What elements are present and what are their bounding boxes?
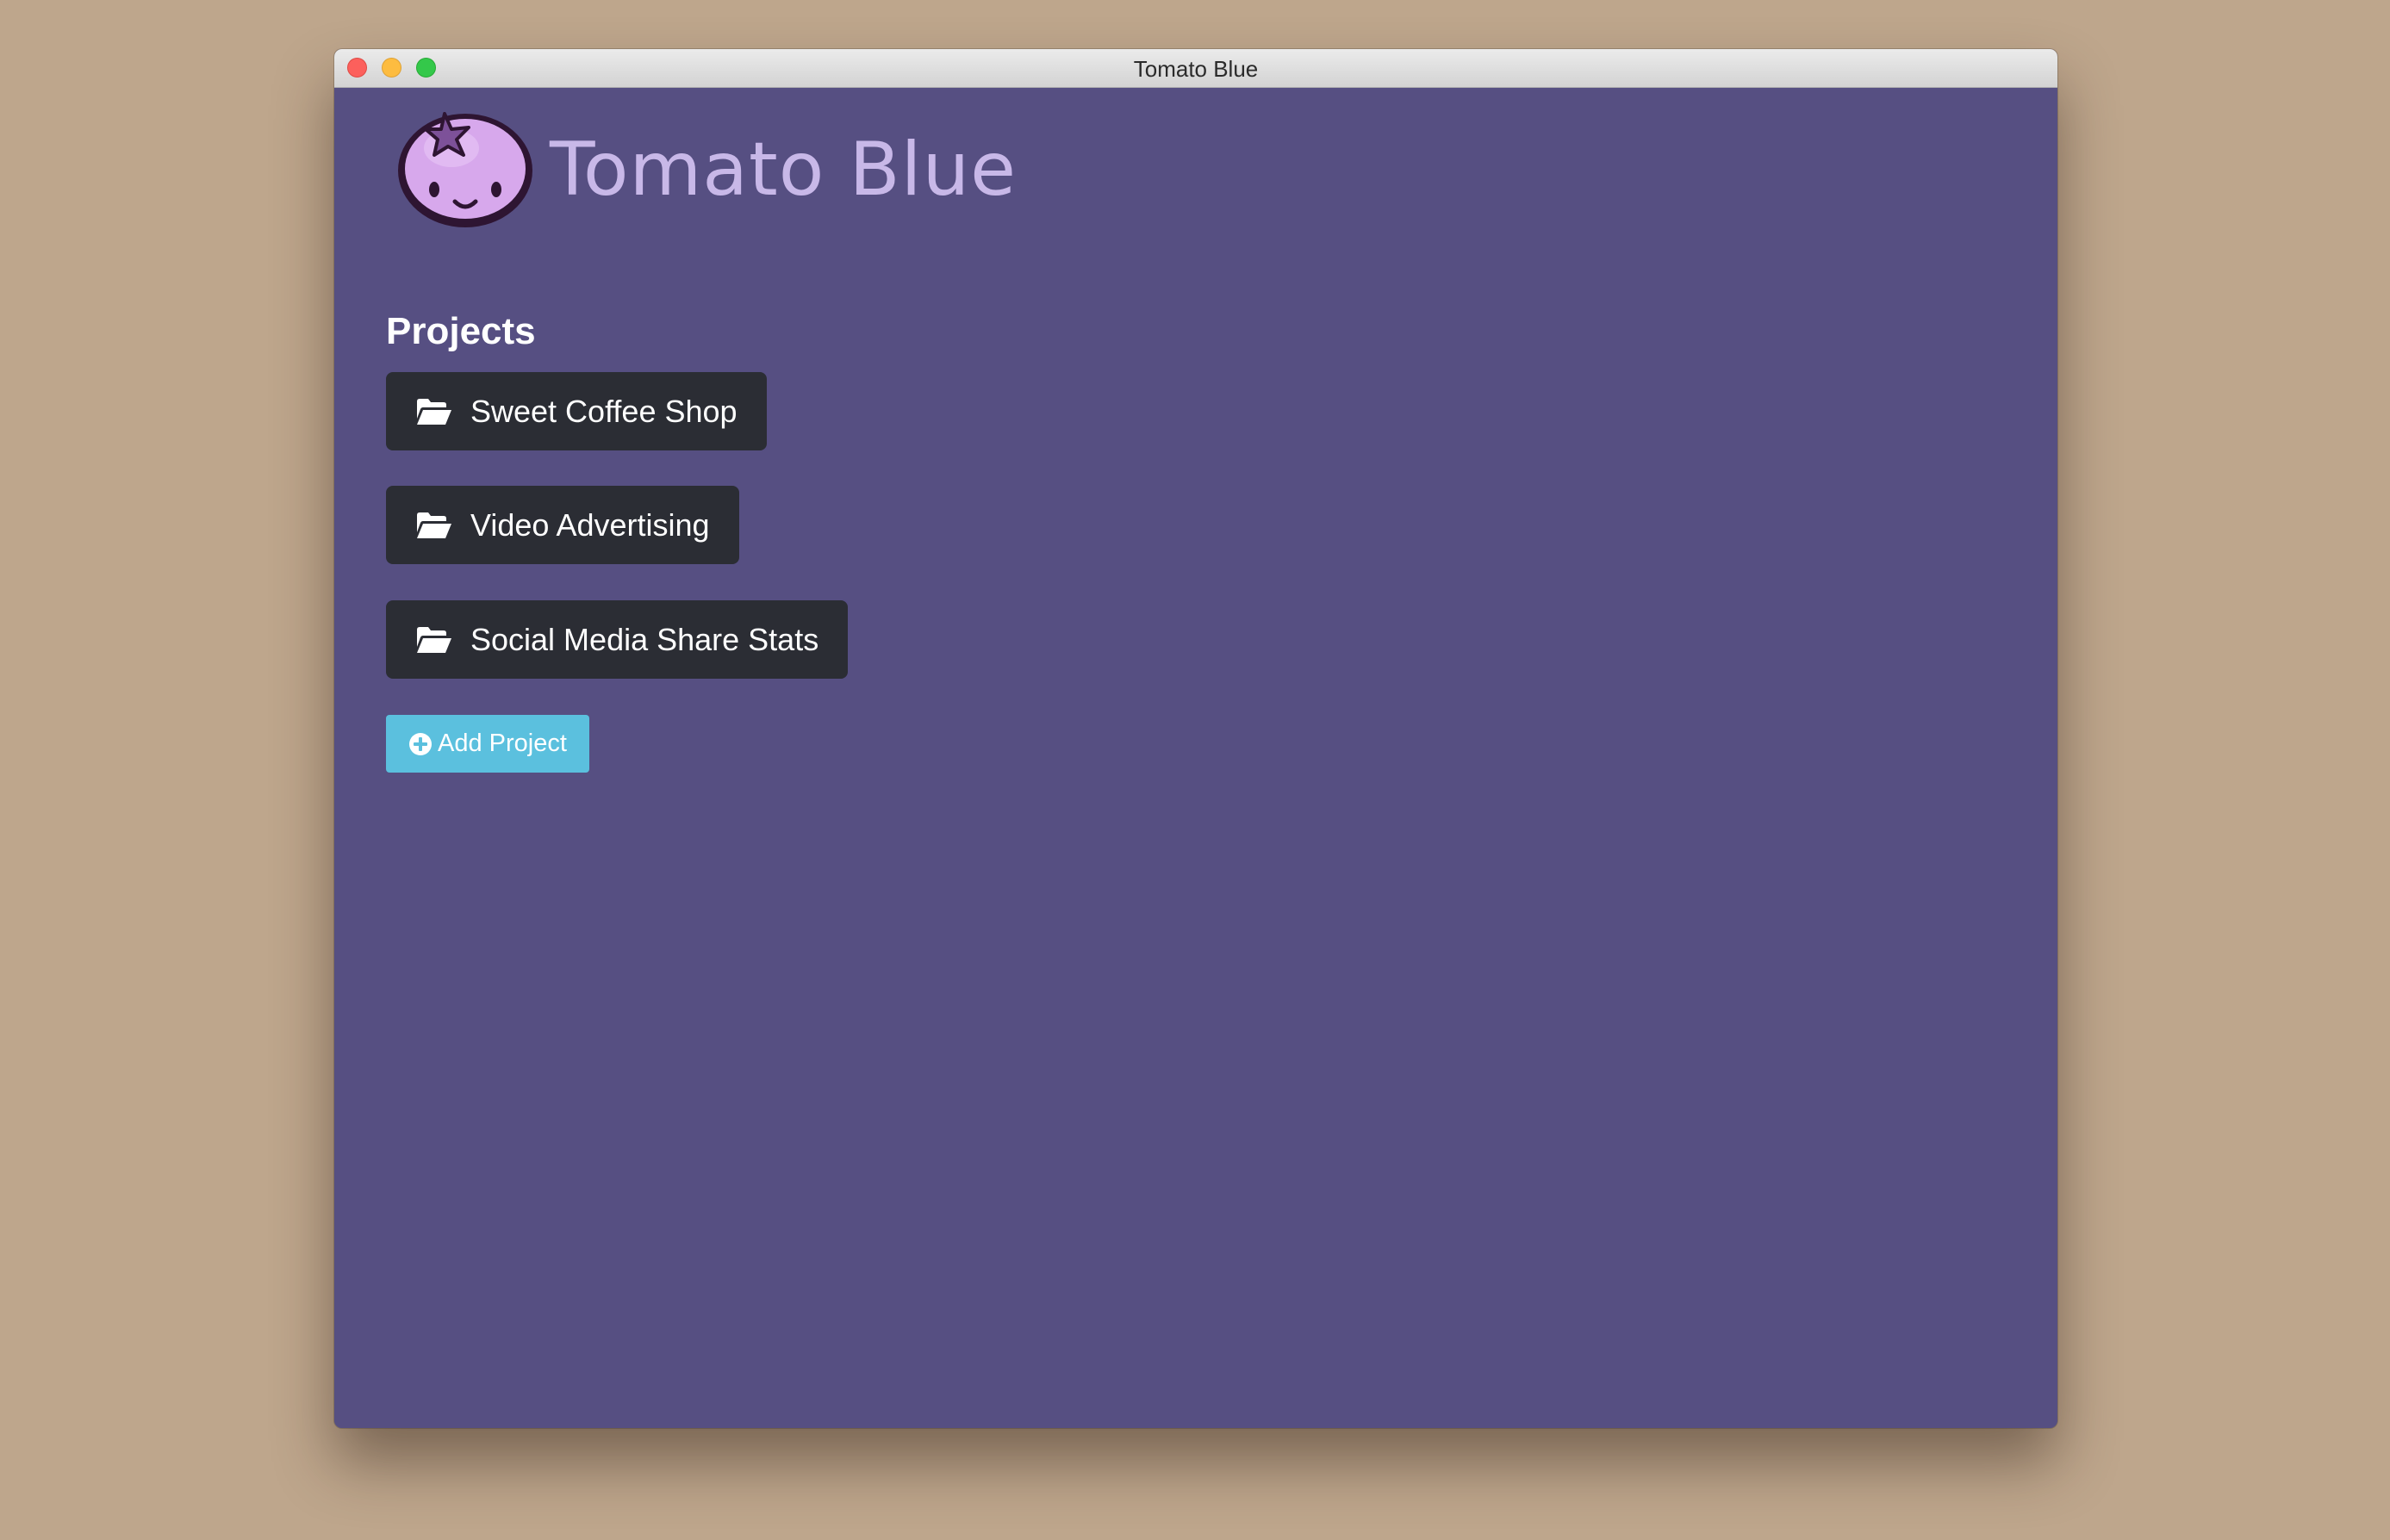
project-button-social-media-share-stats[interactable]: Social Media Share Stats <box>386 600 849 679</box>
projects-heading: Projects <box>386 310 536 352</box>
add-project-label: Add Project <box>438 730 567 757</box>
plus-circle-icon <box>409 732 432 755</box>
main-content: Tomato Blue Projects Sweet Coffee Shop V… <box>334 88 2057 1428</box>
app-window: Tomato Blue Tomato Blue Projects Sweet C… <box>334 49 2057 1428</box>
add-project-button[interactable]: Add Project <box>386 715 589 773</box>
folder-open-icon <box>417 626 451 653</box>
blueberry-mascot-icon <box>398 112 532 227</box>
window-title: Tomato Blue <box>1133 56 1259 82</box>
project-button-video-advertising[interactable]: Video Advertising <box>386 486 739 564</box>
project-label: Social Media Share Stats <box>470 621 819 657</box>
title-bar[interactable]: Tomato Blue <box>334 49 2057 88</box>
project-label: Sweet Coffee Shop <box>470 393 738 429</box>
project-label: Video Advertising <box>470 506 710 543</box>
app-brand-name: Tomato Blue <box>550 127 1017 213</box>
folder-open-icon <box>417 512 451 538</box>
project-button-sweet-coffee-shop[interactable]: Sweet Coffee Shop <box>386 372 767 450</box>
folder-open-icon <box>417 398 451 425</box>
